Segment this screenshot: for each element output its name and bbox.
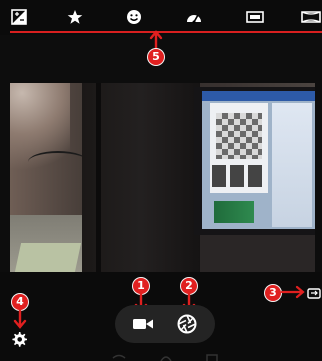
annotation-badge-3: 3 xyxy=(265,285,281,301)
back-icon[interactable] xyxy=(110,353,128,361)
annotation-badge-1: 1 xyxy=(133,278,149,294)
capture-controls xyxy=(115,305,215,343)
toolbar-underline xyxy=(10,31,322,33)
exposure-icon[interactable] xyxy=(8,7,30,27)
home-icon[interactable] xyxy=(158,353,174,361)
annotation-badge-4: 4 xyxy=(12,294,28,310)
speedometer-icon[interactable] xyxy=(183,7,205,27)
aperture-icon[interactable] xyxy=(171,309,203,339)
annotation-badge-2: 2 xyxy=(181,278,197,294)
panorama-icon[interactable] xyxy=(244,7,266,27)
face-icon[interactable] xyxy=(123,7,145,27)
camera-app-screen: 5 1 2 3 4 xyxy=(0,0,322,361)
recents-icon[interactable] xyxy=(204,353,220,361)
camera-preview[interactable] xyxy=(10,83,315,272)
wide-icon[interactable] xyxy=(300,7,322,27)
camera-switch-icon[interactable] xyxy=(306,286,322,300)
star-icon[interactable] xyxy=(64,7,86,27)
video-camera-icon[interactable] xyxy=(127,309,159,339)
top-toolbar xyxy=(0,0,322,35)
system-nav-bar xyxy=(110,352,220,361)
annotation-badge-5: 5 xyxy=(148,49,164,65)
gear-icon[interactable] xyxy=(10,330,28,348)
